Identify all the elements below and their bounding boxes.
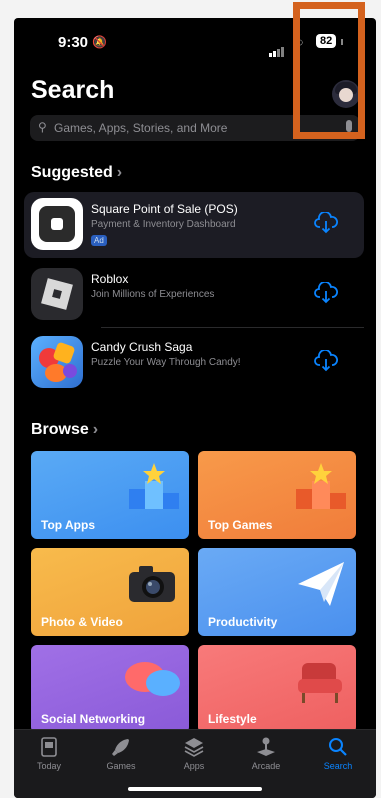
square-pos-app-icon bbox=[31, 198, 83, 250]
browse-tile-social-networking[interactable]: Social Networking bbox=[31, 645, 189, 733]
tile-label: Photo & Video bbox=[41, 615, 123, 629]
list-item[interactable]: Square Point of Sale (POS) Payment & Inv… bbox=[24, 192, 364, 258]
app-name: Candy Crush Saga bbox=[91, 340, 193, 354]
cloud-download-icon[interactable] bbox=[314, 212, 338, 234]
silent-bell-icon: 🔕 bbox=[92, 35, 107, 49]
tab-label: Games bbox=[106, 761, 136, 771]
roblox-app-icon bbox=[31, 268, 83, 320]
browse-heading[interactable]: Browse › bbox=[31, 421, 98, 439]
suggested-heading[interactable]: Suggested › bbox=[31, 164, 122, 182]
chevron-right-icon: › bbox=[116, 164, 123, 181]
tab-label: Search bbox=[323, 761, 353, 771]
tab-bar: Today Games Apps Arcade Search bbox=[14, 729, 376, 798]
armchair-icon bbox=[298, 663, 342, 703]
tile-label: Lifestyle bbox=[208, 712, 257, 726]
roblox-logo bbox=[41, 278, 73, 310]
tile-label: Top Games bbox=[208, 518, 273, 532]
joystick-icon bbox=[257, 737, 275, 756]
candy-purple bbox=[63, 364, 77, 378]
tab-label: Arcade bbox=[251, 761, 281, 771]
browse-tile-lifestyle[interactable]: Lifestyle bbox=[198, 645, 356, 733]
app-subtitle: Payment & Inventory Dashboard bbox=[91, 219, 236, 230]
apps-stack-icon bbox=[184, 738, 204, 757]
list-item[interactable]: Candy Crush Saga Puzzle Your Way Through… bbox=[24, 330, 364, 396]
search-placeholder: Games, Apps, Stories, and More bbox=[54, 121, 228, 135]
app-name: Roblox bbox=[91, 272, 129, 286]
tab-apps[interactable]: Apps bbox=[164, 736, 224, 771]
search-icon bbox=[329, 738, 347, 756]
cloud-download-icon[interactable] bbox=[314, 350, 338, 372]
app-subtitle: Join Millions of Experiences bbox=[91, 289, 215, 300]
divider bbox=[101, 327, 364, 328]
chat-bubbles-icon bbox=[125, 662, 180, 696]
cloud-download-icon[interactable] bbox=[314, 282, 338, 304]
tab-games[interactable]: Games bbox=[91, 736, 151, 771]
chevron-right-icon: › bbox=[92, 421, 99, 438]
trophy-podium-icon bbox=[129, 463, 179, 509]
browse-tile-top-apps[interactable]: Top Apps bbox=[31, 451, 189, 539]
tab-label: Apps bbox=[183, 761, 205, 771]
tile-label: Top Apps bbox=[41, 518, 95, 532]
roblox-logo-hole bbox=[52, 289, 62, 299]
today-icon bbox=[41, 737, 57, 757]
tab-label: Today bbox=[36, 761, 62, 771]
page-title: Search bbox=[31, 76, 115, 104]
square-logo-inner bbox=[51, 218, 63, 230]
browse-tile-photo-video[interactable]: Photo & Video bbox=[31, 548, 189, 636]
app-subtitle: Puzzle Your Way Through Candy! bbox=[91, 357, 241, 368]
ad-badge: Ad bbox=[91, 235, 107, 246]
search-icon: ⚲ bbox=[38, 120, 47, 134]
status-time: 9:30 bbox=[58, 34, 89, 51]
paper-plane-icon bbox=[298, 562, 344, 606]
game-podium-icon bbox=[296, 463, 346, 509]
browse-tile-productivity[interactable]: Productivity bbox=[198, 548, 356, 636]
tile-label: Social Networking bbox=[41, 712, 146, 726]
tile-label: Productivity bbox=[208, 615, 278, 629]
browse-tile-top-games[interactable]: Top Games bbox=[198, 451, 356, 539]
tab-arcade[interactable]: Arcade bbox=[236, 736, 296, 771]
list-item[interactable]: Roblox Join Millions of Experiences bbox=[24, 262, 364, 328]
browse-label: Browse bbox=[31, 421, 89, 438]
candy-crush-app-icon bbox=[31, 336, 83, 388]
rocket-icon bbox=[112, 739, 129, 756]
camera-icon bbox=[129, 566, 175, 602]
tab-today[interactable]: Today bbox=[19, 736, 79, 771]
home-indicator bbox=[128, 787, 262, 791]
app-name: Square Point of Sale (POS) bbox=[91, 202, 238, 216]
suggested-label: Suggested bbox=[31, 164, 113, 181]
highlight-box bbox=[293, 2, 365, 139]
tab-search[interactable]: Search bbox=[308, 736, 368, 771]
signal-icon bbox=[269, 39, 285, 57]
